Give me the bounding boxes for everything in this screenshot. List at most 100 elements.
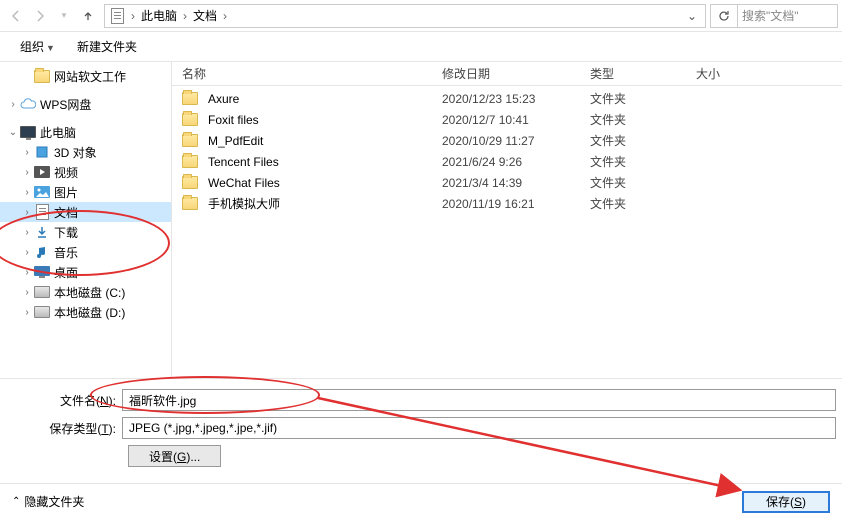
expand-icon[interactable]: › — [20, 247, 34, 258]
expand-icon[interactable]: › — [20, 147, 34, 158]
filename-label: 文件名(N): — [6, 392, 122, 409]
file-date: 2020/11/19 16:21 — [442, 197, 590, 211]
tree-item[interactable]: › 视频 — [0, 162, 171, 182]
tree-item[interactable]: › 3D 对象 — [0, 142, 171, 162]
down-icon — [34, 224, 50, 240]
3d-icon — [34, 144, 50, 160]
disk-icon — [34, 304, 50, 320]
expand-icon[interactable]: › — [20, 167, 34, 178]
tree-item[interactable]: 网站软文工作 — [0, 66, 171, 86]
col-size[interactable]: 大小 — [696, 65, 776, 82]
file-type: 文件夹 — [590, 195, 696, 212]
tree-label: WPS网盘 — [40, 96, 91, 113]
new-folder-button[interactable]: 新建文件夹 — [69, 34, 145, 59]
file-name: Foxit files — [208, 113, 259, 127]
video-icon — [34, 164, 50, 180]
filetype-label: 保存类型(T): — [6, 420, 122, 437]
breadcrumb[interactable]: › 此电脑 › 文档 › ⌄ — [104, 4, 706, 28]
tree-item[interactable]: › 图片 — [0, 182, 171, 202]
file-name: WeChat Files — [208, 176, 280, 190]
col-name[interactable]: 名称 — [182, 65, 442, 82]
folder-icon — [182, 154, 198, 170]
chevron-right-icon: › — [129, 9, 137, 23]
folder-icon — [34, 68, 50, 84]
sidebar-tree: 网站软文工作›WPS网盘⌄此电脑›3D 对象›视频›图片›文档›下载›音乐›桌面… — [0, 62, 172, 378]
folder-icon — [182, 112, 198, 128]
breadcrumb-item[interactable]: 此电脑 — [137, 7, 181, 24]
tree-item[interactable]: › 本地磁盘 (D:) — [0, 302, 171, 322]
file-name: Tencent Files — [208, 155, 279, 169]
tree-label: 3D 对象 — [54, 144, 97, 161]
file-row[interactable]: Axure2020/12/23 15:23文件夹 — [172, 88, 842, 109]
hide-folders-toggle[interactable]: ⌃ 隐藏文件夹 — [12, 493, 84, 510]
file-type: 文件夹 — [590, 153, 696, 170]
folder-icon — [182, 175, 198, 191]
music-icon — [34, 244, 50, 260]
search-input[interactable]: 搜索"文档" — [738, 4, 838, 28]
expand-icon[interactable]: › — [6, 99, 20, 110]
settings-button[interactable]: 设置(G)... — [128, 445, 221, 467]
chevron-up-icon: ⌃ — [12, 496, 20, 507]
pic-icon — [34, 184, 50, 200]
file-name: M_PdfEdit — [208, 134, 263, 148]
file-row[interactable]: M_PdfEdit2020/10/29 11:27文件夹 — [172, 130, 842, 151]
nav-recent-dropdown[interactable]: ▾ — [52, 4, 76, 28]
breadcrumb-item[interactable]: 文档 — [189, 7, 221, 24]
column-headers[interactable]: 名称 修改日期 类型 大小 — [172, 62, 842, 86]
file-date: 2020/12/23 15:23 — [442, 92, 590, 106]
tree-item[interactable]: › 下载 — [0, 222, 171, 242]
folder-icon — [182, 196, 198, 212]
desktop-icon — [34, 264, 50, 280]
tree-item[interactable]: › 本地磁盘 (C:) — [0, 282, 171, 302]
file-row[interactable]: 手机模拟大师 2020/11/19 16:21文件夹 — [172, 193, 842, 214]
pc-icon — [20, 124, 36, 140]
tree-label: 图片 — [54, 184, 78, 201]
tree-item[interactable]: › WPS网盘 — [0, 94, 171, 114]
nav-back-button[interactable] — [4, 4, 28, 28]
tree-label: 下载 — [54, 224, 78, 241]
filetype-select[interactable] — [122, 417, 836, 439]
tree-item[interactable]: ⌄ 此电脑 — [0, 122, 171, 142]
tree-label: 桌面 — [54, 264, 78, 281]
chevron-right-icon: › — [181, 9, 189, 23]
tree-label: 此电脑 — [40, 124, 76, 141]
search-placeholder: 搜索"文档" — [742, 7, 799, 24]
expand-icon[interactable]: › — [20, 267, 34, 278]
file-row[interactable]: Foxit files2020/12/7 10:41文件夹 — [172, 109, 842, 130]
breadcrumb-dropdown[interactable]: ⌄ — [683, 9, 701, 23]
file-date: 2021/6/24 9:26 — [442, 155, 590, 169]
expand-icon[interactable]: › — [20, 307, 34, 318]
nav-forward-button[interactable] — [28, 4, 52, 28]
tree-item[interactable]: ›音乐 — [0, 242, 171, 262]
tree-item[interactable]: › 桌面 — [0, 262, 171, 282]
col-date[interactable]: 修改日期 — [442, 65, 590, 82]
expand-icon[interactable]: › — [20, 207, 34, 218]
chevron-down-icon: ▼ — [46, 43, 55, 53]
file-date: 2021/3/4 14:39 — [442, 176, 590, 190]
chevron-right-icon: › — [221, 9, 229, 23]
expand-icon[interactable]: ⌄ — [6, 127, 20, 138]
expand-icon[interactable]: › — [20, 287, 34, 298]
tree-label: 文档 — [54, 204, 78, 221]
file-type: 文件夹 — [590, 174, 696, 191]
file-date: 2020/12/7 10:41 — [442, 113, 590, 127]
doc-icon — [109, 8, 125, 24]
save-button[interactable]: 保存(S) — [742, 491, 830, 513]
nav-up-button[interactable] — [76, 4, 100, 28]
tree-item[interactable]: › 文档 — [0, 202, 171, 222]
folder-icon — [182, 91, 198, 107]
expand-icon[interactable]: › — [20, 187, 34, 198]
tree-label: 本地磁盘 (C:) — [54, 284, 125, 301]
organize-menu[interactable]: 组织▼ — [12, 34, 63, 59]
tree-label: 网站软文工作 — [54, 68, 126, 85]
file-name: 手机模拟大师 — [208, 195, 280, 212]
refresh-button[interactable] — [710, 4, 738, 28]
cloud-icon — [20, 96, 36, 112]
filename-input[interactable] — [122, 389, 836, 411]
col-type[interactable]: 类型 — [590, 65, 696, 82]
expand-icon[interactable]: › — [20, 227, 34, 238]
file-row[interactable]: WeChat Files 2021/3/4 14:39文件夹 — [172, 172, 842, 193]
file-row[interactable]: Tencent Files 2021/6/24 9:26文件夹 — [172, 151, 842, 172]
tree-label: 视频 — [54, 164, 78, 181]
tree-label: 本地磁盘 (D:) — [54, 304, 125, 321]
